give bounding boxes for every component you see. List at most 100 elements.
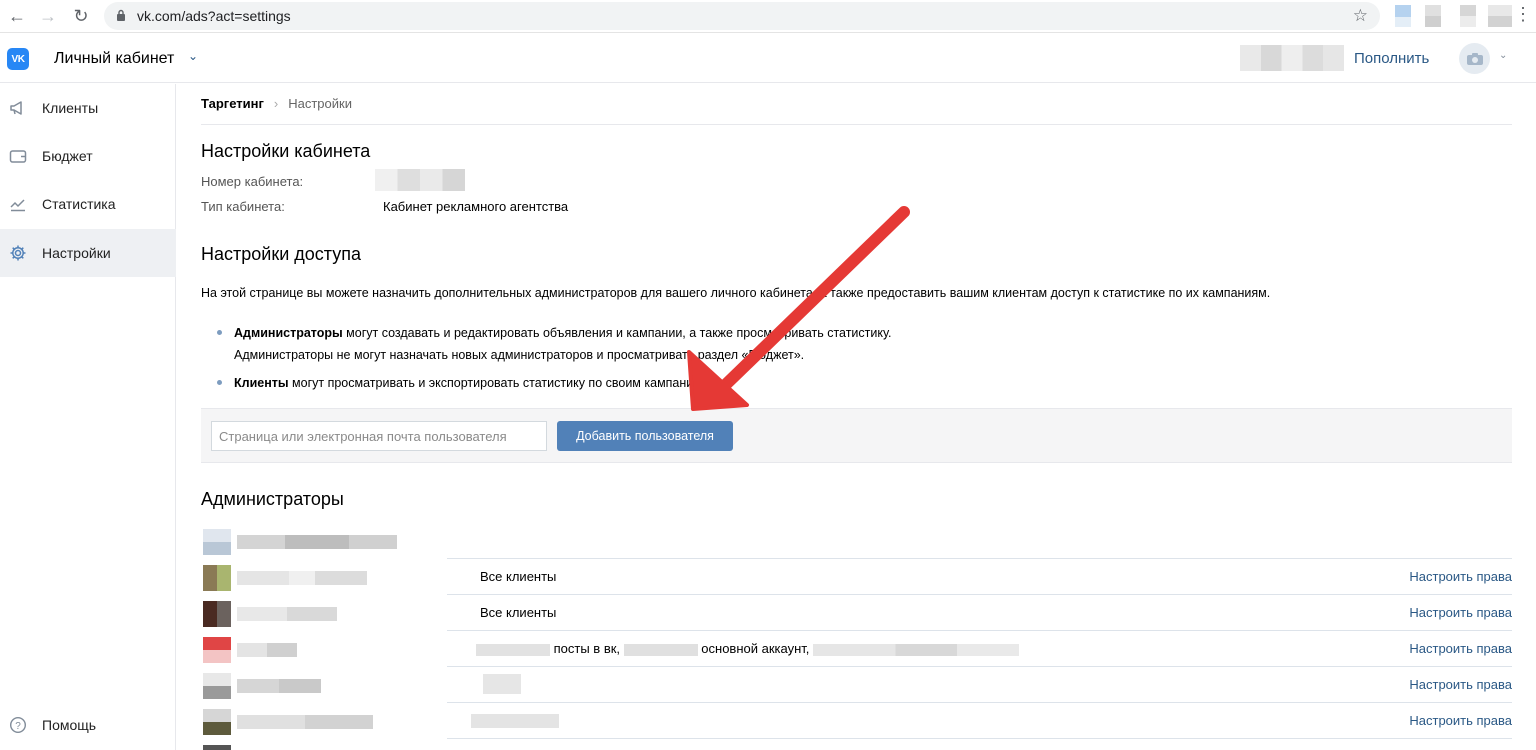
- bookmark-star-icon[interactable]: ☆: [1353, 6, 1368, 26]
- admins-heading: Администраторы: [201, 489, 344, 509]
- sidebar-item-budget[interactable]: Бюджет: [0, 132, 176, 180]
- question-circle-icon: ?: [9, 716, 27, 734]
- extension-icon[interactable]: [1460, 5, 1476, 27]
- divider: [201, 124, 1512, 125]
- client-name-redacted: [476, 643, 550, 656]
- admin-name-redacted: [237, 607, 337, 621]
- browser-toolbar: ← → ↻ vk.com/ads?act=settings ☆ ⋮: [0, 0, 1536, 33]
- avatar: [203, 709, 231, 735]
- chevron-down-icon[interactable]: ⌄: [1499, 50, 1507, 61]
- chevron-down-icon[interactable]: ⌄: [188, 49, 198, 63]
- breadcrumb-root[interactable]: Таргетинг: [201, 96, 264, 111]
- bullet-admins-text: могут создавать и редактировать объявлен…: [342, 326, 892, 340]
- client-name-redacted: [813, 643, 1020, 656]
- breadcrumb-separator: ›: [273, 96, 279, 111]
- table-row: Настроить права: [201, 666, 1512, 703]
- bullet-clients: Клиенты могут просматривать и экспортиро…: [234, 372, 712, 394]
- configure-rights-link[interactable]: Настроить права: [1409, 713, 1512, 728]
- avatar: [203, 745, 231, 750]
- bullet-dot: [217, 330, 222, 335]
- admin-name-redacted: [237, 679, 321, 693]
- browser-menu-icon[interactable]: ⋮: [1514, 4, 1532, 25]
- wallet-icon: [9, 147, 27, 165]
- forward-arrow-icon[interactable]: →: [37, 5, 59, 27]
- bullet-clients-bold: Клиенты: [234, 376, 289, 390]
- client-name-redacted: [623, 643, 698, 656]
- avatar[interactable]: [1459, 43, 1490, 74]
- sidebar-item-statistics[interactable]: Статистика: [0, 180, 176, 228]
- topup-link[interactable]: Пополнить: [1354, 50, 1429, 67]
- divider: [447, 558, 1512, 559]
- back-arrow-icon[interactable]: ←: [6, 5, 28, 27]
- avatar: [203, 673, 231, 699]
- add-user-panel: Добавить пользователя: [201, 408, 1512, 463]
- client-name-redacted: [471, 714, 559, 728]
- bullet-admins-line2: Администраторы не могут назначать новых …: [234, 348, 805, 362]
- sidebar-item-label: Клиенты: [42, 100, 99, 116]
- reload-icon[interactable]: ↻: [70, 5, 92, 27]
- avatar: [203, 637, 231, 663]
- admin-access-part: посты в вк,: [553, 641, 621, 656]
- table-row: Настроить права: [201, 702, 1512, 739]
- help-link[interactable]: ? Помощь: [0, 705, 176, 745]
- admin-name-redacted: [237, 571, 367, 585]
- sidebar-item-settings[interactable]: Настройки: [0, 229, 176, 277]
- url-text: vk.com/ads?act=settings: [137, 8, 291, 24]
- table-row: Все клиенты Настроить права: [201, 594, 1512, 631]
- megaphone-icon: [9, 99, 27, 117]
- divider: [447, 630, 1512, 631]
- configure-rights-link[interactable]: Настроить права: [1409, 641, 1512, 656]
- avatar: [203, 601, 231, 627]
- bullet-dot: [217, 380, 222, 385]
- divider: [447, 594, 1512, 595]
- bullet-clients-text: могут просматривать и экспортировать ста…: [288, 376, 713, 390]
- sidebar-item-label: Бюджет: [42, 148, 93, 164]
- access-settings-heading: Настройки доступа: [201, 244, 361, 264]
- vk-logo-icon[interactable]: VK: [7, 48, 29, 70]
- bullet-admins: Администраторы могут создавать и редакти…: [234, 322, 891, 344]
- cabinet-number-label: Номер кабинета:: [201, 174, 304, 189]
- admin-access-part: основной аккаунт,: [701, 641, 810, 656]
- configure-rights-link[interactable]: Настроить права: [1409, 677, 1512, 692]
- help-label: Помощь: [42, 717, 97, 733]
- divider: [447, 738, 1512, 739]
- lock-icon: [117, 9, 125, 21]
- vk-header: VK Личный кабинет ⌄ Пополнить ⌄: [0, 34, 1536, 83]
- cabinet-title[interactable]: Личный кабинет: [54, 50, 174, 68]
- camera-icon: [1466, 52, 1483, 65]
- profile-avatar-icon[interactable]: [1488, 5, 1512, 27]
- svg-text:?: ?: [15, 721, 21, 732]
- user-search-input[interactable]: [211, 421, 547, 451]
- sidebar-item-label: Статистика: [42, 196, 116, 212]
- admin-name-redacted: [237, 715, 373, 729]
- balance-redacted: [1240, 45, 1344, 71]
- chart-icon: [9, 195, 27, 213]
- breadcrumb-current: Настройки: [288, 96, 352, 111]
- table-row: посты в вк, основной аккаунт, Настроить …: [201, 630, 1512, 667]
- extension-icon[interactable]: [1425, 5, 1441, 27]
- divider: [447, 702, 1512, 703]
- avatar: [203, 565, 231, 591]
- table-row: Все клиенты Настроить права: [201, 558, 1512, 595]
- admin-name-redacted: [237, 535, 397, 549]
- gear-icon: [9, 244, 27, 262]
- breadcrumb: Таргетинг › Настройки: [201, 96, 352, 111]
- cabinet-settings-heading: Настройки кабинета: [201, 141, 371, 161]
- add-user-button[interactable]: Добавить пользователя: [557, 421, 733, 451]
- client-name-redacted: [483, 674, 521, 694]
- divider: [447, 666, 1512, 667]
- admin-access: Все клиенты: [480, 605, 557, 620]
- sidebar-item-clients[interactable]: Клиенты: [0, 84, 176, 132]
- cabinet-type-value: Кабинет рекламного агентства: [383, 199, 569, 214]
- configure-rights-link[interactable]: Настроить права: [1409, 569, 1512, 584]
- sidebar-item-label: Настройки: [42, 245, 111, 261]
- sidebar: Клиенты Бюджет Статистика Настройки: [0, 84, 176, 750]
- cabinet-number-redacted: [375, 169, 465, 191]
- avatar: [203, 529, 231, 555]
- table-row: [201, 738, 1512, 750]
- bullet-admins-bold: Администраторы: [234, 326, 343, 340]
- address-bar[interactable]: vk.com/ads?act=settings ☆: [104, 2, 1380, 30]
- extension-icon[interactable]: [1395, 5, 1411, 27]
- cabinet-type-label: Тип кабинета:: [201, 199, 285, 214]
- configure-rights-link[interactable]: Настроить права: [1409, 605, 1512, 620]
